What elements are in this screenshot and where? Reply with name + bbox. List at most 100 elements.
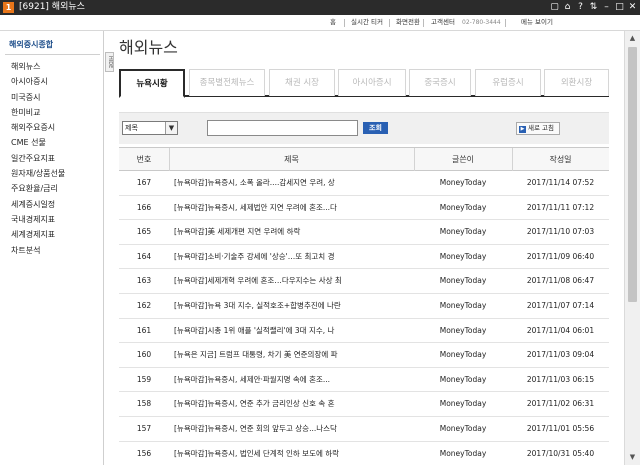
row-number: 161 <box>136 325 152 335</box>
row-number: 163 <box>136 276 152 286</box>
row-date: 2017/11/02 06:31 <box>526 399 595 409</box>
chevron-down-icon: ▼ <box>165 122 177 134</box>
page-title: 해외뉴스 <box>119 38 178 57</box>
tab-europe-market[interactable]: 유럽증시 <box>475 69 541 96</box>
maximize-button[interactable]: □ <box>614 1 625 13</box>
row-title[interactable]: [뉴욕마감]뉴욕증시, 소폭 올라....감세지연 우려, 상 <box>174 171 414 195</box>
row-number: 164 <box>136 251 152 261</box>
row-writer: MoneyToday <box>439 448 487 458</box>
scroll-thumb[interactable] <box>628 47 637 302</box>
row-writer: MoneyToday <box>439 251 487 261</box>
row-writer: MoneyToday <box>439 227 487 237</box>
table-row[interactable]: 165 [뉴욕마감]美 세제개편 지연 우려에 하락 MoneyToday 2017/… <box>119 220 609 245</box>
table-row[interactable]: 162 [뉴욕마감]뉴욕 3대 지수, 실적호조+합병추진에 나란 MoneyTod… <box>119 294 609 319</box>
row-date: 2017/11/08 06:47 <box>526 276 595 286</box>
row-date: 2017/11/11 07:12 <box>526 202 595 212</box>
sidebar-item-world-market-calendar[interactable]: 세계증시일정 <box>11 197 65 212</box>
realtime-ticker-link[interactable]: 실시간 티커 <box>351 17 383 28</box>
row-date: 2017/11/09 06:40 <box>526 251 595 261</box>
table-row[interactable]: 164 [뉴욕마감]소비·기술주 강세에 '상승'…또 최고치 경 MoneyTod… <box>119 245 609 270</box>
link-window-icon[interactable]: ▢ <box>549 1 560 13</box>
hide-sidebar-tab[interactable]: HIDE <box>105 52 114 72</box>
customer-center-link[interactable]: 고객센터 <box>431 17 455 28</box>
sidebar-item-cme-futures[interactable]: CME 선물 <box>11 135 65 150</box>
refresh-button[interactable]: ▶ 새로 고침 <box>516 122 560 135</box>
sidebar-item-major-overseas-markets[interactable]: 해외주요증시 <box>11 120 65 135</box>
row-title[interactable]: [뉴욕마감]소비·기술주 강세에 '상승'…또 최고치 경 <box>174 245 414 269</box>
tab-asia-markets[interactable]: 아시아증시 <box>338 69 406 96</box>
row-title[interactable]: [뉴욕마감]뉴욕증시, 연준 회의 앞두고 상승...나스닥 <box>174 417 414 441</box>
table-row[interactable]: 163 [뉴욕마감]세제개혁 우려에 혼조…다우지수는 사상 최 MoneyToda… <box>119 269 609 294</box>
tab-fx-market[interactable]: 외환시장 <box>544 69 609 96</box>
row-number: 160 <box>136 350 152 360</box>
sidebar-item-commodity-futures[interactable]: 원자재/상품선물 <box>11 166 65 181</box>
tab-bar: 뉴욕시황 종목별전체뉴스 채권 시장 아시아증시 중국증시 유럽증시 외환시장 <box>119 69 609 98</box>
row-title[interactable]: [뉴욕은 지금] 트럼프 대통령, 차기 美 연준의장에 파 <box>174 343 414 367</box>
scroll-down-icon[interactable]: ▼ <box>627 452 638 463</box>
help-icon[interactable]: ? <box>575 1 586 13</box>
sidebar-menu: 해외뉴스 아시아증시 미국증시 한미비교 해외주요증시 CME 선물 일간주요지… <box>11 59 65 258</box>
tab-china-market[interactable]: 중국증시 <box>409 69 471 96</box>
show-menu-link[interactable]: 메뉴 보이기 <box>521 17 553 28</box>
row-title[interactable]: [뉴욕마감]시총 1위 애플 '실적랠리'에 3대 지수, 나 <box>174 319 414 343</box>
row-number: 165 <box>136 227 152 237</box>
table-row[interactable]: 161 [뉴욕마감]시총 1위 애플 '실적랠리'에 3대 지수, 나 MoneyT… <box>119 319 609 344</box>
table-row[interactable]: 158 [뉴욕마감]뉴욕증시, 연준 추가 금리인상 신호 속 혼 MoneyTod… <box>119 392 609 417</box>
search-field-select[interactable]: 제목 ▼ <box>122 121 178 135</box>
news-table: 번호 제목 글쓴이 작성일 167 [뉴욕마감]뉴욕증시, 소폭 올라....감세… <box>119 147 609 465</box>
home-link[interactable]: 홈 <box>330 17 336 28</box>
row-date: 2017/11/14 07:52 <box>526 178 595 187</box>
table-row[interactable]: 167 [뉴욕마감]뉴욕증시, 소폭 올라....감세지연 우려, 상 MoneyT… <box>119 171 609 196</box>
row-date: 2017/11/01 05:56 <box>526 423 595 433</box>
refresh-icon: ▶ <box>519 126 526 133</box>
row-title[interactable]: [뉴욕마감]뉴욕 3대 지수, 실적호조+합병추진에 나란 <box>174 294 414 318</box>
sidebar-item-overseas-news[interactable]: 해외뉴스 <box>11 59 65 74</box>
sidebar-item-world-economic-indicators[interactable]: 세계경제지표 <box>11 227 65 242</box>
tab-bond-market[interactable]: 채권 시장 <box>269 69 335 96</box>
tab-newyork-market[interactable]: 뉴욕시황 <box>119 69 185 98</box>
row-writer: MoneyToday <box>439 300 487 310</box>
row-title[interactable]: [뉴욕마감]美 세제개편 지연 우려에 하락 <box>174 220 414 244</box>
row-title[interactable]: [뉴욕마감]뉴욕증시, 연준 추가 금리인상 신호 속 혼 <box>174 392 414 416</box>
row-title[interactable]: [뉴욕마감]뉴욕증시, 세제법안 지연 우려에 혼조...다 <box>174 196 414 220</box>
tab-stock-news[interactable]: 종목별전체뉴스 <box>189 69 265 96</box>
row-writer: MoneyToday <box>439 374 487 384</box>
table-row[interactable]: 157 [뉴욕마감]뉴욕증시, 연준 회의 앞두고 상승...나스닥 MoneyTo… <box>119 417 609 442</box>
sidebar-item-us-markets[interactable]: 미국증시 <box>11 90 65 105</box>
sidebar: 해외증시종합 해외뉴스 아시아증시 미국증시 한미비교 해외주요증시 CME 선… <box>0 31 104 465</box>
search-input[interactable] <box>207 120 358 136</box>
row-title[interactable]: [뉴욕마감]뉴욕증시, 세제안·파월지명 속에 혼조... <box>174 368 414 392</box>
vertical-scrollbar[interactable]: ▲ ▼ <box>624 31 640 465</box>
row-writer: MoneyToday <box>439 178 487 187</box>
refresh-label: 새로 고침 <box>528 124 554 132</box>
table-row[interactable]: 166 [뉴욕마감]뉴욕증시, 세제법안 지연 우려에 혼조...다 MoneyTo… <box>119 196 609 221</box>
sidebar-item-chart-analysis[interactable]: 차트분석 <box>11 243 65 258</box>
search-button[interactable]: 조회 <box>363 122 388 134</box>
swap-icon[interactable]: ⇅ <box>588 1 599 13</box>
row-number: 166 <box>136 202 152 212</box>
sidebar-item-asia-markets[interactable]: 아시아증시 <box>11 74 65 89</box>
row-date: 2017/11/03 09:04 <box>526 350 595 360</box>
table-row[interactable]: 156 [뉴욕마감]뉴욕증시, 법인세 단계적 인하 보도에 하락 MoneyTod… <box>119 442 609 465</box>
minimize-button[interactable]: – <box>601 1 612 13</box>
sidebar-item-korea-us-compare[interactable]: 한미비교 <box>11 105 65 120</box>
table-row[interactable]: 160 [뉴욕은 지금] 트럼프 대통령, 차기 美 연준의장에 파 MoneyTo… <box>119 343 609 368</box>
table-row[interactable]: 159 [뉴욕마감]뉴욕증시, 세제안·파월지명 속에 혼조... MoneyTod… <box>119 368 609 393</box>
row-writer: MoneyToday <box>439 325 487 335</box>
home-window-icon[interactable]: ⌂ <box>562 1 573 13</box>
row-writer: MoneyToday <box>439 423 487 433</box>
close-button[interactable]: ✕ <box>627 1 638 13</box>
row-date: 2017/11/03 06:15 <box>526 374 595 384</box>
sidebar-item-fx-rates[interactable]: 주요환율/금리 <box>11 181 65 196</box>
sidebar-heading[interactable]: 해외증시종합 <box>9 39 53 50</box>
row-title[interactable]: [뉴욕마감]세제개혁 우려에 혼조…다우지수는 사상 최 <box>174 269 414 293</box>
screen-switch-link[interactable]: 화면전환 <box>396 17 420 28</box>
sidebar-item-daily-indicators[interactable]: 일간주요지표 <box>11 151 65 166</box>
toolbar-divider <box>344 19 345 27</box>
row-title[interactable]: [뉴욕마감]뉴욕증시, 법인세 단계적 인하 보도에 하락 <box>174 442 414 465</box>
row-number: 156 <box>136 448 152 458</box>
scroll-up-icon[interactable]: ▲ <box>627 33 638 44</box>
sidebar-item-domestic-economic-indicators[interactable]: 국내경제지표 <box>11 212 65 227</box>
header-date: 작성일 <box>549 155 572 164</box>
top-toolbar: 홈 실시간 티커 화면전환 고객센터 02-780-3444 메뉴 보이기 <box>0 15 640 31</box>
